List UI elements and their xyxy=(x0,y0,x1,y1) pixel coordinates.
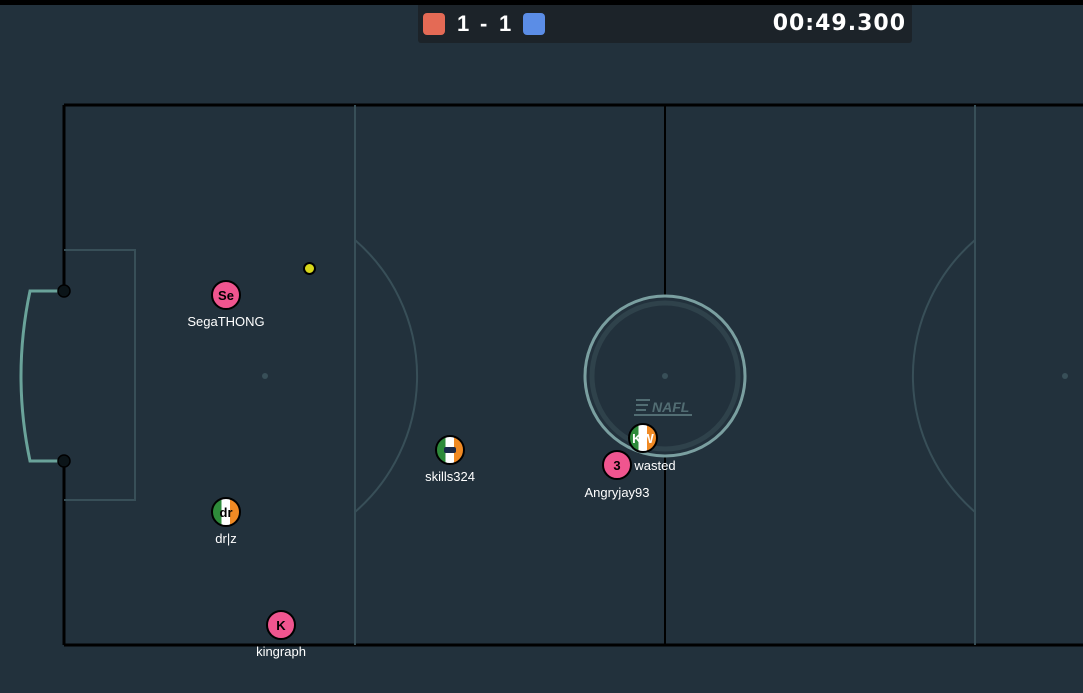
player-avatar-text: Se xyxy=(218,287,234,303)
player-avatar-text: 3 xyxy=(613,457,621,473)
center-logo-text: NAFL xyxy=(652,399,689,415)
blue-score: 1 xyxy=(499,11,512,36)
red-team-swatch xyxy=(423,13,445,35)
scoreboard: 1 - 1 00:49.300 xyxy=(418,5,912,43)
player-avatar-kingraph: K xyxy=(266,610,296,640)
left-penalty-box xyxy=(64,249,136,501)
player-name-skills324: skills324 xyxy=(425,469,475,484)
red-score: 1 xyxy=(457,11,470,36)
left-goal xyxy=(19,289,64,463)
left-spot xyxy=(262,373,268,379)
player-avatar-text: KW xyxy=(632,430,654,446)
player-avatar-angryjay93: 3 xyxy=(602,450,632,480)
blue-team-swatch xyxy=(523,13,545,35)
player-name-drz: dr|z xyxy=(215,531,237,546)
right-arc xyxy=(911,239,976,513)
player-name-angryjay93: Angryjay93 xyxy=(584,485,650,500)
left-goalpost-bottom xyxy=(57,454,71,468)
left-arc xyxy=(354,239,419,513)
player-name-kingraph: kingraph xyxy=(256,644,306,659)
nafl-logo: NAFL xyxy=(634,399,692,416)
player-avatar-drz: dr xyxy=(211,497,241,527)
player-name-wasted: wasted xyxy=(634,458,676,473)
ball xyxy=(303,262,316,275)
match-timer: 00:49.300 xyxy=(772,11,906,36)
pitch: NAFL xyxy=(19,103,1083,647)
player-avatar-segathong: Se xyxy=(211,280,241,310)
player-avatar-text: K xyxy=(276,617,286,633)
left-goalpost-top xyxy=(57,284,71,298)
right-spot xyxy=(1062,373,1068,379)
player-name-segathong: SegaTHONG xyxy=(187,314,265,329)
player-avatar-skills324 xyxy=(435,435,465,465)
center-spot xyxy=(662,373,668,379)
score-separator: - xyxy=(480,11,488,36)
player-avatar-icon xyxy=(444,447,456,453)
player-avatar-text: dr xyxy=(219,504,233,520)
player-avatar-wasted: KW xyxy=(628,423,658,453)
